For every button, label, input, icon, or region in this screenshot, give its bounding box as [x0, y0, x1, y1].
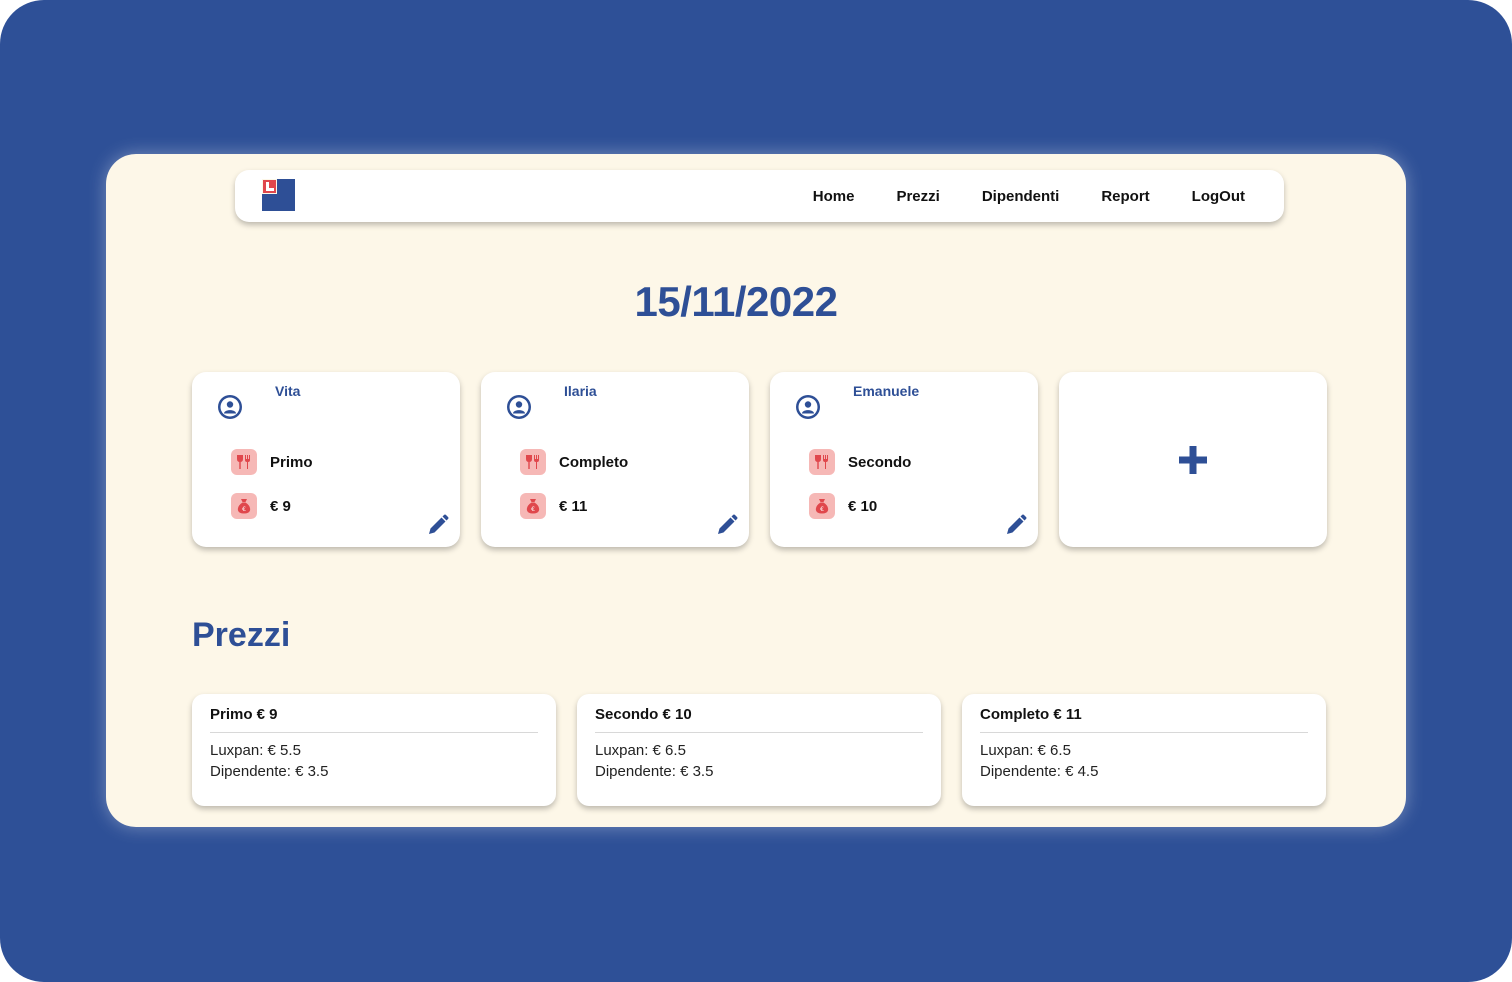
nav-dipendenti[interactable]: Dipendenti	[982, 188, 1060, 205]
price-card-title: Completo € 11	[980, 706, 1082, 723]
luxpan-price: Luxpan: € 6.5	[980, 742, 1071, 759]
nav-home[interactable]: Home	[813, 188, 855, 205]
luxpan-price: Luxpan: € 6.5	[595, 742, 686, 759]
prices-section-title: Prezzi	[192, 616, 291, 654]
meal-label: Primo	[270, 453, 313, 471]
price-label: € 10	[848, 497, 878, 515]
user-circle-icon	[218, 395, 242, 419]
pencil-icon[interactable]	[715, 513, 739, 537]
nav-prezzi[interactable]: Prezzi	[896, 188, 939, 205]
add-order-button[interactable]	[1059, 372, 1327, 547]
svg-text:€: €	[820, 506, 824, 513]
money-bag-icon: €	[520, 493, 546, 519]
main-panel: Home Prezzi Dipendenti Report LogOut 15/…	[106, 154, 1406, 827]
price-row: € € 10	[809, 493, 877, 519]
order-card: Emanuele Secondo € € 10	[770, 372, 1038, 547]
meal-row: Secondo	[809, 449, 911, 475]
price-card-title: Secondo € 10	[595, 706, 692, 723]
logo-icon[interactable]	[262, 179, 295, 211]
price-row: € € 11	[520, 493, 587, 519]
divider	[595, 732, 923, 733]
employee-name: Vita	[275, 383, 301, 399]
divider	[980, 732, 1308, 733]
meal-label: Secondo	[848, 453, 912, 471]
svg-text:€: €	[531, 506, 535, 513]
add-order-card[interactable]	[1059, 372, 1327, 547]
app-background: Home Prezzi Dipendenti Report LogOut 15/…	[0, 0, 1512, 982]
cutlery-icon	[231, 449, 257, 475]
price-card: Secondo € 10 Luxpan: € 6.5 Dipendente: €…	[577, 694, 941, 806]
divider	[210, 732, 538, 733]
order-card: Vita Primo € € 9	[192, 372, 460, 547]
nav-logout[interactable]: LogOut	[1192, 188, 1245, 205]
employee-price: Dipendente: € 3.5	[210, 763, 329, 780]
date-title: 15/11/2022	[634, 278, 838, 325]
price-card: Completo € 11 Luxpan: € 6.5 Dipendente: …	[962, 694, 1326, 806]
price-card-title: Primo € 9	[210, 706, 278, 723]
navbar: Home Prezzi Dipendenti Report LogOut	[235, 170, 1284, 222]
pencil-icon[interactable]	[426, 513, 450, 537]
price-label: € 11	[559, 497, 588, 515]
user-circle-icon	[796, 395, 820, 419]
money-bag-icon: €	[809, 493, 835, 519]
price-row: € € 9	[231, 493, 291, 519]
nav-links: Home Prezzi Dipendenti Report LogOut	[813, 170, 1245, 222]
plus-icon	[1179, 445, 1207, 474]
nav-report[interactable]: Report	[1101, 188, 1149, 205]
cutlery-icon	[520, 449, 546, 475]
luxpan-price: Luxpan: € 5.5	[210, 742, 301, 759]
meal-row: Primo	[231, 449, 313, 475]
pencil-icon[interactable]	[1004, 513, 1028, 537]
employee-price: Dipendente: € 3.5	[595, 763, 714, 780]
order-card: Ilaria Completo € € 11	[481, 372, 749, 547]
employee-name: Emanuele	[853, 383, 920, 399]
price-card: Primo € 9 Luxpan: € 5.5 Dipendente: € 3.…	[192, 694, 556, 806]
price-label: € 9	[270, 497, 291, 515]
employee-price: Dipendente: € 4.5	[980, 763, 1099, 780]
meal-row: Completo	[520, 449, 628, 475]
meal-label: Completo	[559, 453, 629, 471]
employee-name: Ilaria	[564, 383, 597, 399]
user-circle-icon	[507, 395, 531, 419]
money-bag-icon: €	[231, 493, 257, 519]
svg-text:€: €	[242, 506, 246, 513]
cutlery-icon	[809, 449, 835, 475]
